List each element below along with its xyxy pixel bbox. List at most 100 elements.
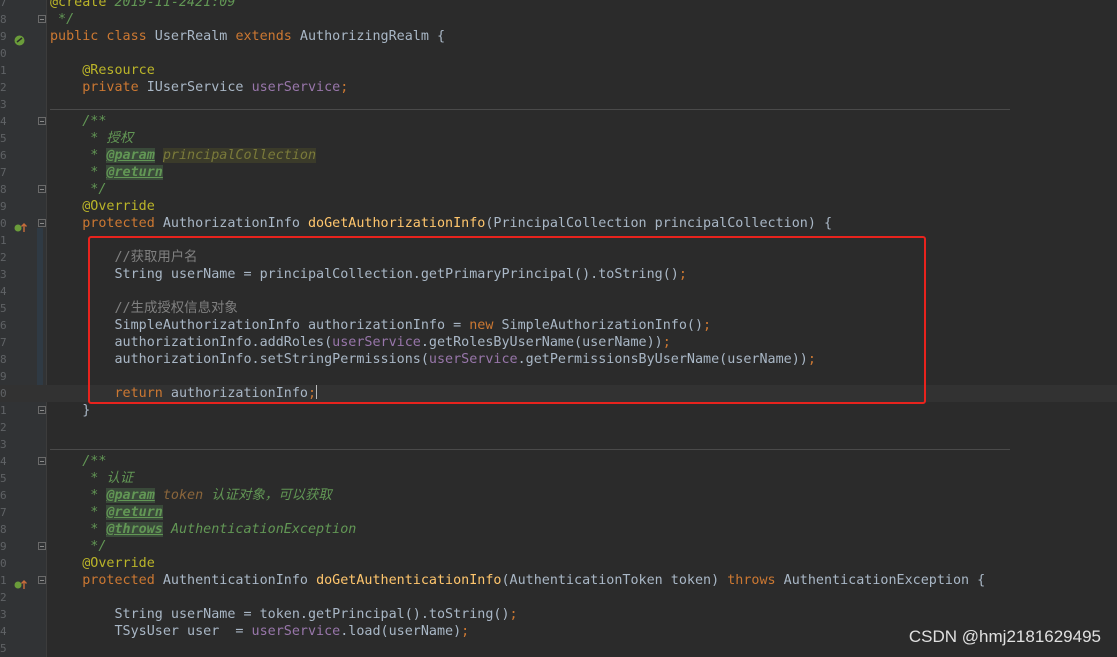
code-text[interactable]: * @param token 认证对象，可以获取 — [50, 487, 332, 504]
code-text[interactable]: * @return — [50, 504, 163, 521]
code-line[interactable]: 7 * @return — [0, 164, 1117, 181]
code-line[interactable]: 5 * 认证 — [0, 470, 1117, 487]
code-text[interactable]: /** — [50, 453, 106, 470]
code-text[interactable]: * 认证 — [50, 470, 133, 487]
line-number: 3 — [0, 608, 7, 621]
line-number: 9 — [0, 370, 7, 383]
code-text[interactable]: * @return — [50, 164, 163, 181]
line-number: 7 — [0, 166, 7, 179]
line-number: 9 — [0, 30, 7, 43]
code-line[interactable]: 8 */ — [0, 181, 1117, 198]
code-line[interactable]: 9 @Override — [0, 198, 1117, 215]
code-text[interactable]: } — [50, 402, 90, 419]
fold-toggle-icon[interactable] — [38, 117, 46, 125]
fold-toggle-icon[interactable] — [38, 185, 46, 193]
line-number: 4 — [0, 455, 7, 468]
fold-toggle-icon[interactable] — [38, 406, 46, 414]
line-number: 6 — [0, 319, 7, 332]
method-separator — [50, 109, 1010, 110]
line-number: 3 — [0, 438, 7, 451]
code-line[interactable]: 7 * @return — [0, 504, 1117, 521]
line-number: 5 — [0, 302, 7, 315]
fold-toggle-icon[interactable] — [38, 457, 46, 465]
line-number: 1 — [0, 234, 7, 247]
line-number: 7 — [0, 0, 7, 9]
code-line[interactable]: 8 */ — [0, 11, 1117, 28]
line-number: 3 — [0, 98, 7, 111]
code-text[interactable]: */ — [50, 538, 106, 555]
line-number: 6 — [0, 149, 7, 162]
code-text[interactable]: * @throws AuthenticationException — [50, 521, 356, 538]
code-line[interactable]: 1 } — [0, 402, 1117, 419]
code-text[interactable]: * @param principalCollection — [50, 147, 317, 164]
highlight-box — [88, 236, 926, 404]
code-line[interactable]: 3 — [0, 436, 1117, 453]
code-line[interactable]: 0 — [0, 45, 1117, 62]
fold-toggle-icon[interactable] — [38, 542, 46, 550]
line-number: 4 — [0, 115, 7, 128]
line-number: 2 — [0, 251, 7, 264]
code-text[interactable]: /** — [50, 113, 106, 130]
line-number: 8 — [0, 13, 7, 26]
watermark: CSDN @hmj2181629495 — [908, 627, 1101, 646]
line-number: 4 — [0, 285, 7, 298]
fold-toggle-icon[interactable] — [38, 219, 46, 227]
code-text[interactable]: */ — [50, 181, 106, 198]
code-line[interactable]: 4 /** — [0, 453, 1117, 470]
code-line[interactable]: 9 */ — [0, 538, 1117, 555]
code-line[interactable]: 9 public class UserRealm extends Authoriz… — [0, 28, 1117, 46]
code-line[interactable]: 0 @Override — [0, 555, 1117, 572]
code-line[interactable]: 8 * @throws AuthenticationException — [0, 521, 1117, 538]
code-line[interactable]: 4 /** — [0, 113, 1117, 130]
code-line[interactable]: 1 @Resource — [0, 62, 1117, 79]
code-text[interactable]: String userName = token.getPrincipal().t… — [50, 606, 517, 623]
code-line[interactable]: 2 private IUserService userService; — [0, 79, 1117, 96]
line-number: 3 — [0, 268, 7, 281]
line-number: 8 — [0, 523, 7, 536]
line-number: 5 — [0, 132, 7, 145]
line-number: 2 — [0, 591, 7, 604]
code-text[interactable]: protected AuthenticationInfo doGetAuthen… — [50, 572, 985, 589]
code-text[interactable]: TSysUser user = userService.load(userNam… — [50, 623, 469, 640]
code-text[interactable]: private IUserService userService; — [50, 79, 348, 96]
code-text[interactable]: @Resource — [50, 62, 155, 79]
line-number: 5 — [0, 642, 7, 655]
code-line[interactable]: 3 — [0, 96, 1117, 113]
override-method-icon[interactable] — [14, 575, 28, 589]
code-line[interactable]: 3 String userName = token.getPrincipal()… — [0, 606, 1117, 623]
line-number: 9 — [0, 200, 7, 213]
line-number: 8 — [0, 183, 7, 196]
line-number: 2 — [0, 421, 7, 434]
code-line[interactable]: 0 protected AuthorizationInfo doGetAutho… — [0, 215, 1117, 232]
override-method-icon[interactable] — [14, 218, 28, 232]
code-text[interactable]: @Override — [50, 198, 155, 215]
line-number: 0 — [0, 217, 7, 230]
method-separator — [50, 449, 1010, 450]
spring-bean-icon[interactable] — [14, 31, 25, 46]
line-number: 1 — [0, 404, 7, 417]
code-line[interactable]: 5 * 授权 — [0, 130, 1117, 147]
fold-toggle-icon[interactable] — [38, 576, 46, 584]
code-line[interactable]: 2 — [0, 419, 1117, 436]
line-number: 1 — [0, 64, 7, 77]
line-number: 0 — [0, 387, 7, 400]
code-text[interactable]: public class UserRealm extends Authorizi… — [50, 28, 445, 45]
line-number: 4 — [0, 625, 7, 638]
code-line[interactable]: 6 * @param principalCollection — [0, 147, 1117, 164]
line-number: 8 — [0, 353, 7, 366]
code-text[interactable]: * 授权 — [50, 130, 133, 147]
line-number: 7 — [0, 506, 7, 519]
line-number: 6 — [0, 489, 7, 502]
code-line[interactable]: 6 * @param token 认证对象，可以获取 — [0, 487, 1117, 504]
line-number: 5 — [0, 472, 7, 485]
code-text[interactable]: protected AuthorizationInfo doGetAuthori… — [50, 215, 832, 232]
line-number: 2 — [0, 81, 7, 94]
code-line[interactable]: 7 @create 2019-11-2421:09 — [0, 0, 1117, 11]
code-line[interactable]: 1 protected AuthenticationInfo doGetAuth… — [0, 572, 1117, 589]
code-line[interactable]: 2 — [0, 589, 1117, 606]
line-number: 1 — [0, 574, 7, 587]
code-text[interactable]: */ — [50, 11, 74, 28]
fold-toggle-icon[interactable] — [38, 15, 46, 23]
code-text[interactable]: @create 2019-11-2421:09 — [50, 0, 235, 11]
code-text[interactable]: @Override — [50, 555, 155, 572]
